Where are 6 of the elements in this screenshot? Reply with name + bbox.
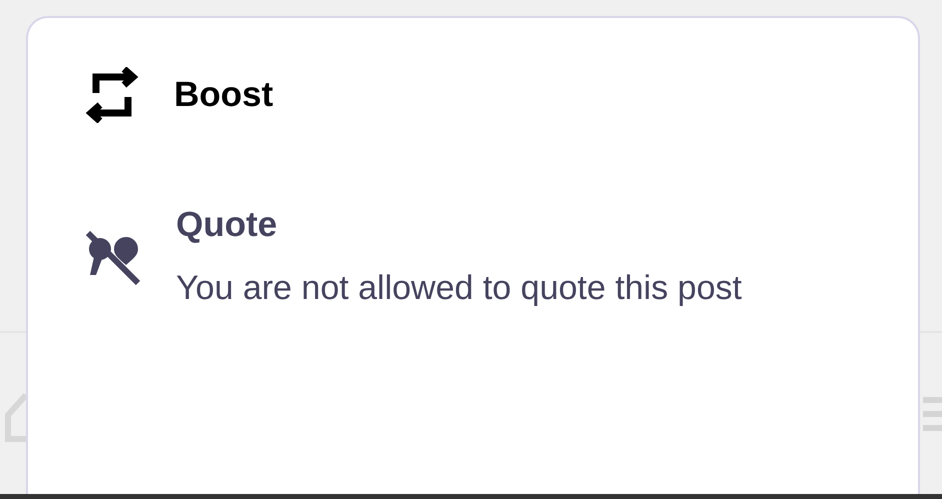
quote-off-icon	[84, 229, 142, 285]
repeat-icon	[84, 67, 140, 123]
menu-item-description: You are not allowed to quote this post	[176, 268, 743, 309]
menu-item-label[interactable]: Boost	[174, 64, 274, 126]
home-icon[interactable]	[4, 391, 26, 443]
menu-icon[interactable]	[923, 397, 942, 431]
